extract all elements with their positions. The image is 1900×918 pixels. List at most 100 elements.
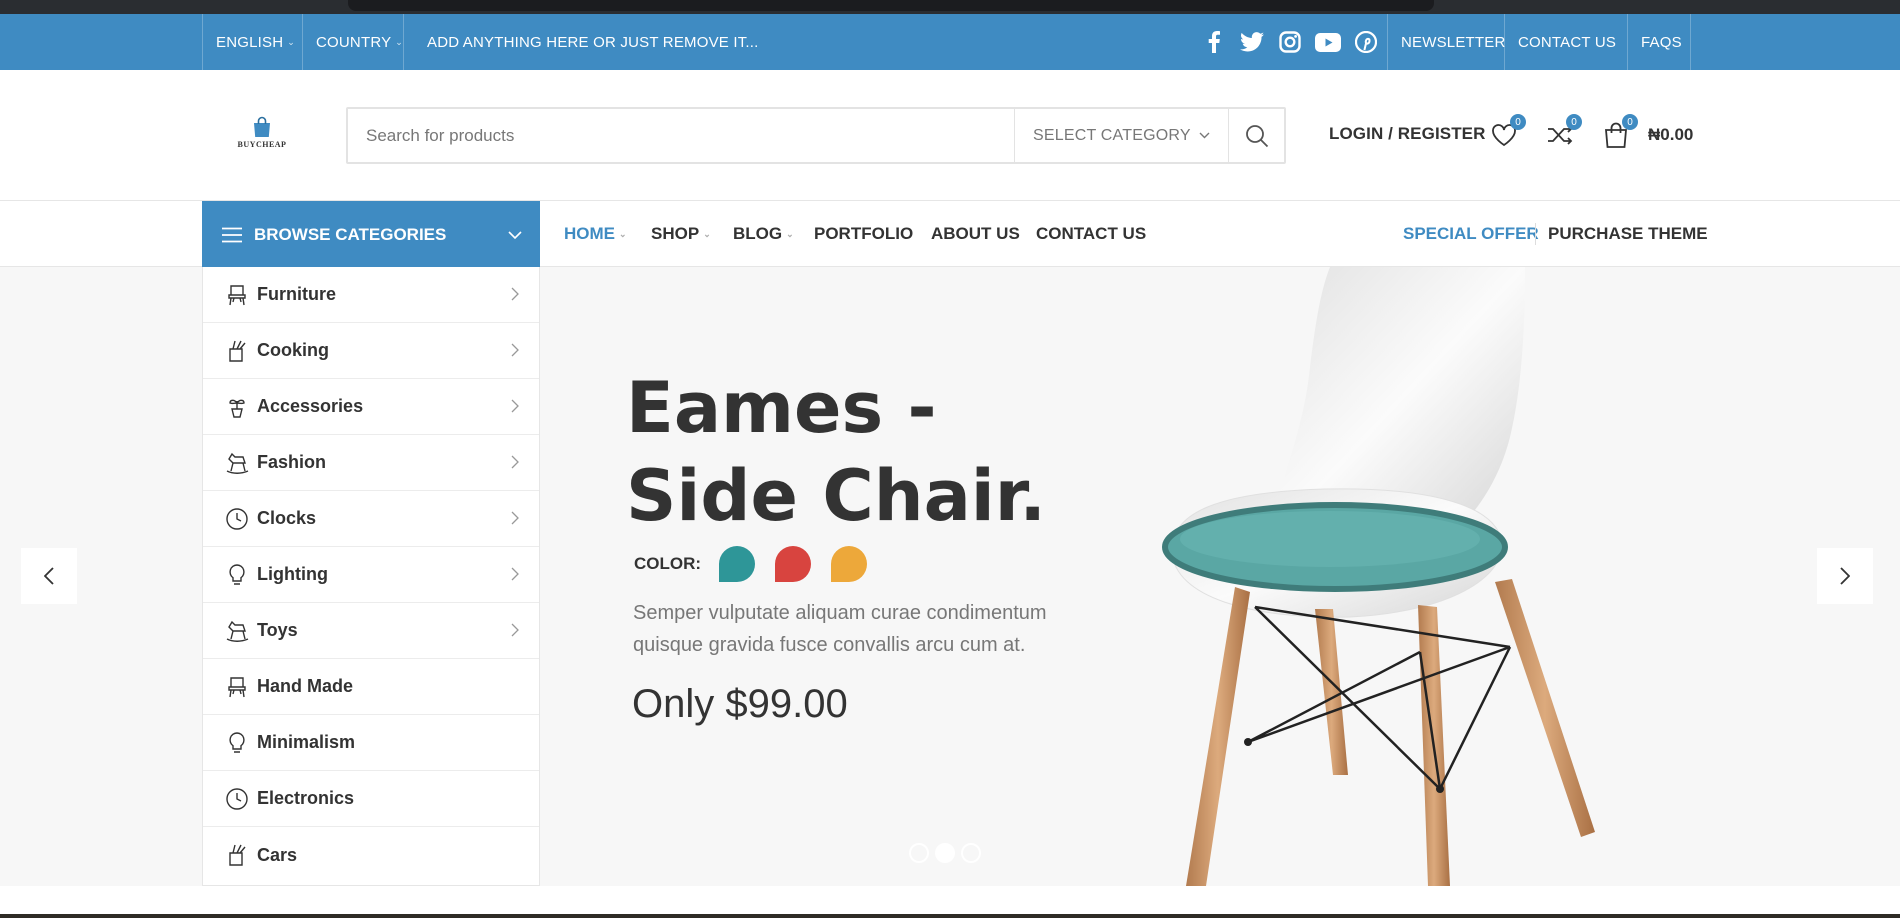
search-input[interactable]: Search for products — [348, 109, 1014, 162]
top-bar: ENGLISH ⌄ COUNTRY ⌄ ADD ANYTHING HERE OR J… — [0, 14, 1900, 70]
purchase-theme-link[interactable]: PURCHASE THEME — [1548, 201, 1708, 267]
nav-shop[interactable]: SHOP ⌄ — [651, 201, 711, 267]
color-label: COLOR: — [634, 554, 702, 573]
color-swatch-teal[interactable] — [719, 546, 756, 582]
hero-title-line-2: Side Chair. — [626, 455, 1046, 537]
category-label: Cars — [257, 844, 298, 865]
eames-chair-image — [1162, 267, 1595, 886]
slider-pagination — [909, 843, 981, 863]
clock-icon — [226, 788, 248, 810]
wishlist-button[interactable]: 0 — [1489, 114, 1526, 150]
nav-home-label: HOME — [564, 224, 615, 243]
cooking-icon — [229, 844, 246, 866]
slide-dot-3[interactable] — [961, 843, 981, 863]
hero-title-line-1: Eames - — [626, 367, 937, 449]
faqs-link[interactable]: FAQS — [1641, 14, 1682, 70]
plant-icon — [229, 399, 245, 418]
category-select-label: SELECT CATEGORY — [1033, 126, 1191, 144]
hero-description: Semper vulputate aliquam curae condiment… — [633, 602, 1047, 656]
pinterest-icon[interactable] — [1352, 28, 1380, 56]
nav-about-us[interactable]: ABOUT US — [931, 201, 1020, 267]
login-register-link[interactable]: LOGIN / REGISTER — [1329, 124, 1486, 144]
cooking-icon — [229, 340, 246, 362]
search-button[interactable] — [1228, 109, 1284, 162]
newsletter-link[interactable]: NEWSLETTER — [1401, 14, 1506, 70]
category-select[interactable]: SELECT CATEGORY — [1014, 109, 1228, 162]
category-label: Fashion — [257, 452, 327, 472]
nav-blog[interactable]: BLOG ⌄ — [733, 201, 794, 267]
category-item-cooking[interactable]: Cooking — [203, 323, 539, 379]
category-item-electronics[interactable]: Electronics — [203, 771, 539, 827]
bulb-icon — [229, 564, 245, 585]
site-header: BUYCHEAP Search for products SELECT CATE… — [0, 70, 1900, 201]
nav-contact-us[interactable]: CONTACT US — [1036, 201, 1146, 267]
nav-blog-label: BLOG — [733, 224, 783, 243]
category-item-toys[interactable]: Toys — [203, 603, 539, 659]
category-item-cars[interactable]: Cars — [203, 827, 539, 883]
chevron-down-icon: ⌄ — [287, 36, 296, 47]
category-label: Cooking — [257, 340, 329, 360]
main-nav-bar: BROWSE CATEGORIES HOME ⌄ SHOP ⌄ BLOG ⌄ PORT… — [0, 201, 1900, 268]
address-bar[interactable] — [348, 0, 1434, 11]
chevron-down-icon: ⌄ — [395, 36, 404, 47]
category-item-hand-made[interactable]: Hand Made — [203, 659, 539, 715]
category-item-clocks[interactable]: Clocks — [203, 491, 539, 547]
chevron-right-icon — [1840, 567, 1850, 585]
facebook-icon[interactable] — [1200, 28, 1228, 56]
twitter-icon[interactable] — [1238, 28, 1266, 56]
menu-icon — [222, 227, 242, 242]
hero-title: Eames - Side Chair. — [626, 364, 1046, 540]
contact-us-link[interactable]: CONTACT US — [1518, 14, 1616, 70]
chevron-right-icon — [511, 455, 519, 469]
category-item-accessories[interactable]: Accessories — [203, 379, 539, 435]
promo-text: ADD ANYTHING HERE OR JUST REMOVE IT... — [427, 33, 759, 51]
compare-count-badge: 0 — [1566, 114, 1582, 130]
cart-total[interactable]: ₦0.00 — [1648, 125, 1693, 145]
browse-categories-button[interactable]: BROWSE CATEGORIES — [202, 201, 540, 268]
compare-button[interactable]: 0 — [1545, 114, 1582, 150]
category-item-furniture[interactable]: Furniture — [203, 267, 539, 323]
language-selector[interactable]: ENGLISH ⌄ — [216, 14, 295, 70]
nav-home[interactable]: HOME ⌄ — [564, 201, 627, 267]
category-label: Clocks — [257, 508, 317, 528]
site-logo[interactable]: BUYCHEAP — [234, 116, 290, 160]
category-item-minimalism[interactable]: Minimalism — [203, 715, 539, 771]
chevron-down-icon: ⌄ — [786, 228, 794, 239]
chevron-right-icon — [511, 399, 519, 413]
color-swatch-red[interactable] — [775, 546, 812, 582]
category-label: Toys — [257, 620, 298, 640]
clock-icon — [226, 508, 248, 530]
chevron-down-icon: ⌄ — [703, 228, 711, 239]
chair-icon — [228, 677, 246, 698]
chevron-down-icon — [508, 225, 522, 245]
logo-text: BUYCHEAP — [237, 140, 287, 149]
chevron-right-icon — [511, 343, 519, 357]
next-section-edge — [0, 886, 1900, 918]
slider-prev-button[interactable] — [21, 548, 77, 604]
chair-icon — [228, 285, 246, 306]
color-swatch-orange[interactable] — [831, 546, 868, 582]
category-item-lighting[interactable]: Lighting — [203, 547, 539, 603]
category-label: Hand Made — [257, 676, 354, 696]
color-options: COLOR: — [634, 546, 887, 582]
category-label: Minimalism — [257, 732, 356, 752]
category-item-fashion[interactable]: Fashion — [203, 435, 539, 491]
cart-button[interactable]: 0 — [1601, 114, 1638, 150]
slider-next-button[interactable] — [1817, 548, 1873, 604]
wishlist-count-badge: 0 — [1510, 114, 1526, 130]
nav-portfolio[interactable]: PORTFOLIO — [814, 201, 913, 267]
rocking-horse-icon — [226, 620, 249, 642]
slide-dot-2[interactable] — [935, 843, 955, 863]
shopping-bag-logo-icon — [254, 116, 270, 137]
category-list: Furniture Cooking Accessories Fashion Cl… — [202, 267, 540, 886]
youtube-icon[interactable] — [1314, 28, 1342, 56]
cart-count-badge: 0 — [1622, 114, 1638, 130]
special-offer-link[interactable]: SPECIAL OFFER — [1403, 201, 1539, 267]
slide-dot-1[interactable] — [909, 843, 929, 863]
instagram-icon[interactable] — [1276, 28, 1304, 56]
nav-shop-label: SHOP — [651, 224, 700, 243]
nav-divider — [1535, 223, 1536, 245]
country-label: COUNTRY — [316, 33, 392, 51]
search-form: Search for products SELECT CATEGORY — [346, 107, 1286, 164]
country-selector[interactable]: COUNTRY ⌄ — [316, 14, 403, 70]
